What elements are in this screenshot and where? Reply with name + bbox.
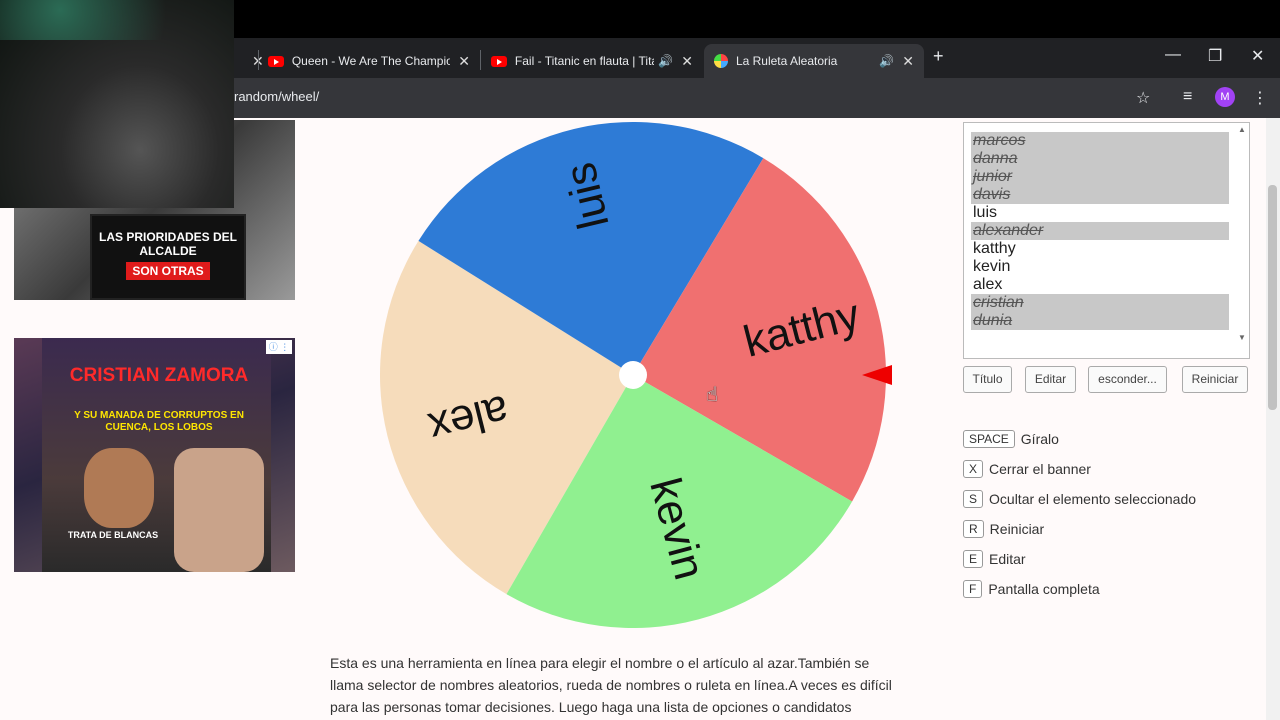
speaker-icon[interactable]: 🔊 [658,54,673,68]
description-line: Esta es una herramienta en línea para el… [330,655,870,671]
more-menu-icon[interactable]: ⋮ [1252,88,1268,108]
shortcut-key: SPACE [963,430,1015,448]
tab-titanic[interactable]: Fail - Titanic en flauta | Titan 🔊 ✕ [481,44,703,78]
names-textarea[interactable]: marcos danna junior davis luis alexander katth… [963,122,1250,359]
names-list-item[interactable]: luis [971,204,1229,222]
reset-button[interactable]: Reiniciar [1182,366,1248,393]
minimize-button[interactable]: — [1165,46,1181,64]
title-button[interactable]: Título [963,366,1012,393]
shortcut-key: E [963,550,984,568]
new-tab-button[interactable]: + [933,46,944,67]
shortcut-close-banner: X Cerrar el banner [963,459,1091,479]
close-icon[interactable]: ✕ [902,53,914,70]
names-list-item[interactable]: dunia [971,312,1229,330]
ad-portrait [84,448,154,528]
names-list-item[interactable]: kevin [971,258,1229,276]
ad-subheadline: Y SU MANADA DE CORRUPTOS EN CUENCA, LOS … [74,410,244,433]
hide-button[interactable]: esconder... [1088,366,1167,393]
youtube-icon [268,55,284,67]
hand-cursor-icon: ☝ [706,384,719,406]
names-list-item[interactable]: alex [971,276,1229,294]
names-list-item[interactable]: alexander [971,222,1229,240]
shortcut-key: R [963,520,984,538]
description-line: para las personas tomar decisiones. Lueg… [330,699,852,715]
shortcut-fullscreen: F Pantalla completa [963,579,1100,599]
shortcut-key: X [963,460,984,478]
shortcut-label: Pantalla completa [988,581,1100,597]
youtube-icon [491,55,507,67]
tab-queen[interactable]: Queen - We Are The Champion ✕ [258,44,480,78]
shortcut-edit: E Editar [963,549,1026,569]
names-list-item[interactable]: katthy [971,240,1229,258]
shortcut-key: F [963,580,983,598]
browser-window: ✕ Queen - We Are The Champion ✕ Fail - T… [0,0,1280,720]
close-icon[interactable]: ✕ [681,53,693,70]
shortcut-label: Ocultar el elemento seleccionado [989,491,1197,507]
bookmark-star-icon[interactable]: ☆ [1136,88,1150,108]
page-scrollbar-thumb[interactable] [1268,185,1277,410]
tab-title: La Ruleta Aleatoria [735,54,838,68]
tab-ruleta[interactable]: La Ruleta Aleatoria 🔊 ✕ [704,44,924,78]
names-list-item[interactable]: danna [971,150,1229,168]
profile-avatar[interactable]: M [1215,87,1235,107]
media-control-icon[interactable]: ≡ [1183,88,1192,106]
description-text: Esta es una herramienta en línea para el… [330,652,930,718]
wheel-center-hub [619,361,647,389]
tab-title: Fail - Titanic en flauta | Titan [514,54,655,68]
names-list-item[interactable]: davis [971,186,1229,204]
ad-info-icon[interactable]: ⓘ ⋮ [266,340,292,354]
url-field[interactable]: random/wheel/ [234,89,319,104]
webcam-overlay [0,0,234,208]
webcam-ceiling-lights [0,0,234,40]
names-list-item[interactable]: cristian [971,294,1229,312]
ad-subheadline: SON OTRAS [126,262,210,280]
wheel-favicon-icon [714,54,728,68]
shortcut-label: Editar [989,551,1026,567]
shortcut-label: Reiniciar [989,521,1045,537]
ad-caption: TRATA DE BLANCAS [67,530,159,540]
wheel-pointer [862,365,892,385]
spin-wheel[interactable]: alexluiskatthykevin [380,122,886,628]
ad-tattoo-image [174,448,264,572]
speaker-icon[interactable]: 🔊 [879,54,894,68]
advertisement-banner-2[interactable]: CRISTIAN ZAMORA Y SU MANADA DE CORRUPTOS… [14,338,295,572]
edit-button[interactable]: Editar [1025,366,1076,393]
shortcut-label: Gíralo [1020,431,1059,447]
shortcut-hide-selected: S Ocultar el elemento seleccionado [963,489,1196,509]
shortcut-label: Cerrar el banner [989,461,1091,477]
scroll-down-icon[interactable]: ▼ [1238,333,1246,342]
ad-headline-box: LAS PRIORIDADES DEL ALCALDE SON OTRAS [90,214,246,300]
close-icon[interactable]: ✕ [458,53,470,70]
ad-headline: CRISTIAN ZAMORA [69,365,249,386]
shortcut-reset: R Reiniciar [963,519,1044,539]
scroll-up-icon[interactable]: ▲ [1238,125,1246,134]
names-list-item[interactable]: junior [971,168,1229,186]
names-list-item[interactable]: marcos [971,132,1229,150]
shortcut-spin: SPACE Gíralo [963,429,1059,449]
close-window-button[interactable]: ✕ [1251,46,1264,66]
ad-headline: LAS PRIORIDADES DEL ALCALDE [98,230,237,258]
shortcut-key: S [963,490,984,508]
description-line: llama selector de nombres aleatorios, ru… [330,677,892,693]
tab-title: Queen - We Are The Champion [291,54,451,68]
restore-button[interactable]: ❐ [1208,46,1222,66]
